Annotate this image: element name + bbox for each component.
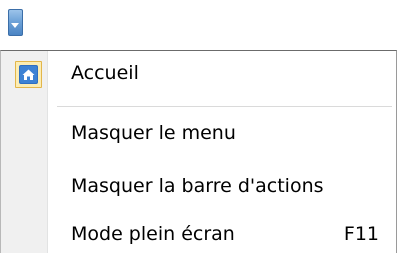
- menu-dropdown-button[interactable]: [8, 9, 23, 36]
- menu-item-hide-action-bar[interactable]: Masquer la barre d'actions: [1, 166, 396, 206]
- menu-item-label: Masquer la barre d'actions: [71, 175, 324, 197]
- home-icon: [19, 65, 38, 84]
- chevron-down-icon: [11, 23, 19, 28]
- menu-item-label: Accueil: [71, 62, 139, 84]
- menu-item-shortcut: F11: [343, 223, 379, 245]
- menu-item-accueil[interactable]: Accueil: [1, 53, 396, 93]
- context-menu: Accueil Masquer le menu Masquer la barre…: [0, 50, 397, 253]
- menu-item-hide-menu[interactable]: Masquer le menu: [1, 113, 396, 153]
- menu-item-label: Masquer le menu: [71, 122, 236, 144]
- menu-item-fullscreen[interactable]: Mode plein écran F11: [1, 214, 396, 253]
- menu-item-label: Mode plein écran: [71, 223, 235, 245]
- menu-separator: [57, 106, 392, 107]
- app-root: Accueil Masquer le menu Masquer la barre…: [0, 0, 401, 253]
- home-icon-highlight: [15, 61, 42, 88]
